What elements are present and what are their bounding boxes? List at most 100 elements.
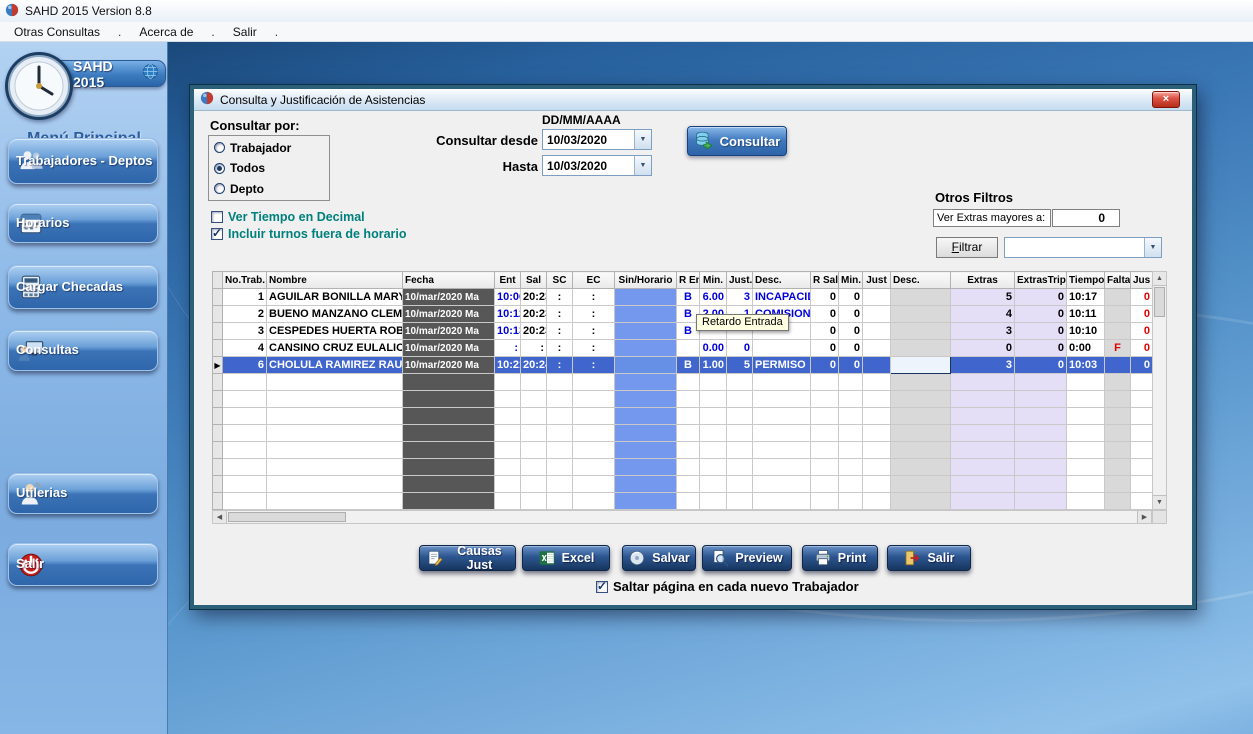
grid-cell[interactable]	[547, 425, 573, 442]
column-header-tiempo[interactable]: Tiempo	[1067, 272, 1105, 289]
grid-cell[interactable]: :	[521, 340, 547, 357]
grid-cell[interactable]	[267, 493, 403, 510]
grid-cell[interactable]	[615, 323, 677, 340]
grid-cell[interactable]	[615, 391, 677, 408]
grid-cell[interactable]	[951, 442, 1015, 459]
grid-cell[interactable]: 0	[1015, 340, 1067, 357]
grid-cell[interactable]	[403, 408, 495, 425]
print-button[interactable]: Print	[802, 545, 878, 571]
grid-cell[interactable]	[951, 391, 1015, 408]
grid-cell[interactable]: :	[547, 340, 573, 357]
grid-cell[interactable]: F	[1105, 340, 1131, 357]
grid-cell[interactable]: 10/mar/2020 Ma	[403, 306, 495, 323]
grid-cell[interactable]	[1105, 459, 1131, 476]
grid-cell[interactable]: 0	[811, 340, 839, 357]
grid-cell[interactable]	[1067, 408, 1105, 425]
grid-cell[interactable]	[403, 425, 495, 442]
grid-cell[interactable]: :	[573, 306, 615, 323]
scroll-left-icon[interactable]: ◀	[213, 511, 227, 523]
grid-cell[interactable]	[891, 425, 951, 442]
grid-cell[interactable]: INCAPACID	[753, 289, 811, 306]
grid-row-empty[interactable]	[213, 425, 1153, 442]
horizontal-scrollbar-thumb[interactable]	[228, 512, 346, 522]
grid-cell[interactable]	[267, 459, 403, 476]
dialog-titlebar[interactable]: Consulta y Justificación de Asistencias …	[194, 89, 1192, 111]
grid-cell[interactable]: 0	[727, 340, 753, 357]
grid-cell[interactable]	[811, 374, 839, 391]
grid-cell[interactable]: 3	[727, 289, 753, 306]
grid-cell[interactable]	[863, 289, 891, 306]
checkbox-saltar-pagina[interactable]: Saltar página en cada nuevo Trabajador	[596, 579, 859, 594]
grid-cell[interactable]: BUENO MANZANO CLEM	[267, 306, 403, 323]
column-header-desc[interactable]: Desc.	[753, 272, 811, 289]
grid-cell[interactable]	[700, 442, 727, 459]
radio-todos[interactable]: Todos	[214, 161, 324, 176]
grid-cell[interactable]	[521, 374, 547, 391]
grid-cell[interactable]: 0	[839, 357, 863, 374]
grid-cell[interactable]	[753, 374, 811, 391]
grid-cell[interactable]	[495, 374, 521, 391]
grid-cell[interactable]: :	[573, 340, 615, 357]
column-header-desc[interactable]: Desc.	[891, 272, 951, 289]
grid-cell[interactable]: 0	[1131, 340, 1153, 357]
grid-cell[interactable]	[891, 476, 951, 493]
close-button[interactable]: ×	[1152, 91, 1180, 108]
grid-cell[interactable]	[1067, 459, 1105, 476]
grid-cell[interactable]: 0	[1131, 323, 1153, 340]
menu-item-acerca-de[interactable]: Acerca de	[131, 24, 201, 40]
grid-cell[interactable]	[951, 425, 1015, 442]
column-header-extras[interactable]: Extras	[951, 272, 1015, 289]
grid-cell[interactable]	[727, 408, 753, 425]
grid-cell[interactable]	[753, 442, 811, 459]
grid-cell[interactable]	[573, 425, 615, 442]
grid-cell[interactable]: PERMISO	[753, 357, 811, 374]
grid-cell[interactable]: 0	[1131, 357, 1153, 374]
column-header-min[interactable]: Min.	[839, 272, 863, 289]
grid-cell[interactable]	[1015, 391, 1067, 408]
checkbox-ver-tiempo-decimal[interactable]: Ver Tiempo en Decimal	[211, 210, 365, 224]
grid-cell[interactable]	[863, 459, 891, 476]
grid-cell[interactable]	[1131, 476, 1153, 493]
grid-cell[interactable]	[863, 323, 891, 340]
grid-cell[interactable]	[573, 391, 615, 408]
grid-cell[interactable]	[891, 340, 951, 357]
grid-cell[interactable]	[677, 493, 700, 510]
grid-cell[interactable]	[1105, 425, 1131, 442]
grid-cell[interactable]: :	[495, 340, 521, 357]
grid-cell[interactable]	[547, 374, 573, 391]
grid-row-empty[interactable]	[213, 391, 1153, 408]
grid-cell[interactable]	[615, 357, 677, 374]
grid-cell[interactable]	[677, 459, 700, 476]
grid-cell[interactable]: 10:06	[495, 289, 521, 306]
grid-cell[interactable]	[863, 391, 891, 408]
grid-cell[interactable]: B	[677, 289, 700, 306]
grid-cell[interactable]	[521, 425, 547, 442]
grid-cell[interactable]	[839, 408, 863, 425]
grid-cell[interactable]	[1015, 442, 1067, 459]
grid-row[interactable]: ▶6CHOLULA RAMIREZ RAU10/mar/2020 Ma10:21…	[213, 357, 1153, 374]
grid-cell[interactable]	[521, 459, 547, 476]
grid-cell[interactable]	[1105, 493, 1131, 510]
grid-cell[interactable]: 3	[223, 323, 267, 340]
grid-cell[interactable]	[547, 408, 573, 425]
grid-cell[interactable]	[495, 493, 521, 510]
column-header-sal[interactable]: Sal	[521, 272, 547, 289]
grid-cell[interactable]	[727, 442, 753, 459]
grid-cell[interactable]	[403, 374, 495, 391]
grid-cell[interactable]	[1015, 408, 1067, 425]
grid-row[interactable]: 4CANSINO CRUZ EULALIO10/mar/2020 Ma::::0…	[213, 340, 1153, 357]
grid-cell[interactable]	[811, 391, 839, 408]
grid-cell[interactable]	[1105, 476, 1131, 493]
scroll-up-icon[interactable]: ▲	[1153, 272, 1166, 286]
grid-cell[interactable]	[863, 425, 891, 442]
column-header-r-sal[interactable]: R Sal	[811, 272, 839, 289]
grid-cell[interactable]	[615, 493, 677, 510]
grid-row-empty[interactable]	[213, 493, 1153, 510]
grid-cell[interactable]	[403, 391, 495, 408]
grid-cell[interactable]	[951, 493, 1015, 510]
grid-row-empty[interactable]	[213, 442, 1153, 459]
scroll-right-icon[interactable]: ▶	[1137, 511, 1151, 523]
grid-cell[interactable]	[753, 391, 811, 408]
grid-cell[interactable]	[811, 425, 839, 442]
salvar-button[interactable]: Salvar	[622, 545, 696, 571]
